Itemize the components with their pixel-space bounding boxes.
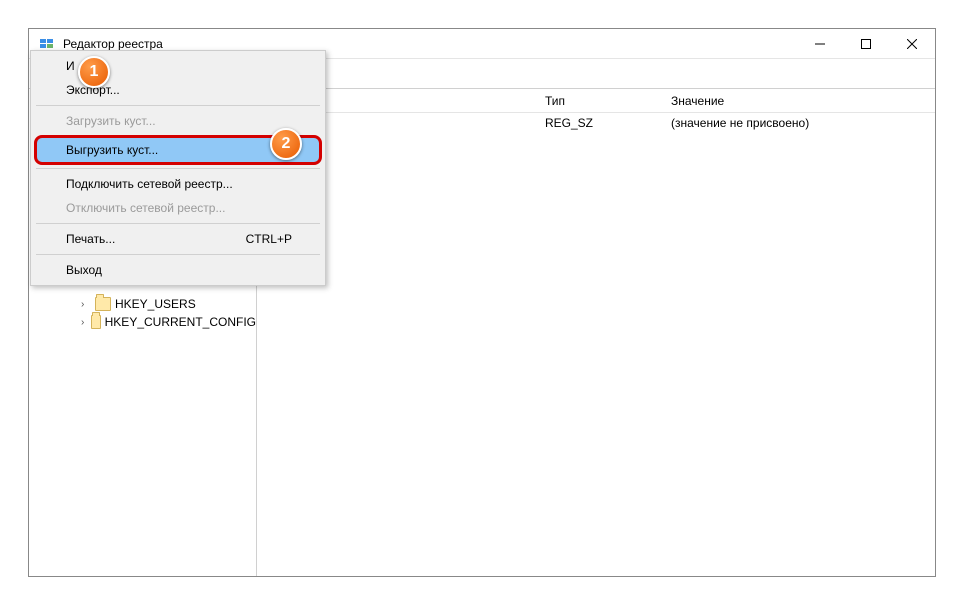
menu-separator	[36, 223, 320, 224]
folder-icon	[95, 297, 111, 311]
menu-separator	[36, 105, 320, 106]
tree-item-hkey-current-config[interactable]: › HKEY_CURRENT_CONFIG	[29, 313, 256, 331]
menu-label: Печать...	[66, 232, 115, 246]
menu-shortcut: CTRL+P	[246, 232, 292, 246]
minimize-button[interactable]	[797, 29, 843, 58]
step-badge-1: 1	[78, 56, 110, 88]
chevron-right-icon: ›	[81, 299, 91, 310]
window-title: Редактор реестра	[63, 37, 797, 51]
chevron-right-icon: ›	[81, 317, 87, 328]
list-pane: Тип Значение чанию) REG_SZ (значение не …	[257, 89, 935, 576]
tree-label: HKEY_CURRENT_CONFIG	[105, 315, 256, 329]
menu-label: И	[66, 59, 75, 73]
window-controls	[797, 29, 935, 58]
menu-label: Выгрузить куст...	[66, 143, 158, 157]
column-value[interactable]: Значение	[663, 94, 935, 108]
tree-label: HKEY_USERS	[115, 297, 196, 311]
step-badge-2: 2	[270, 128, 302, 160]
cell-type: REG_SZ	[537, 116, 663, 130]
list-header: Тип Значение	[257, 89, 935, 113]
menu-label: Загрузить куст...	[66, 114, 156, 128]
menu-exit[interactable]: Выход	[34, 258, 322, 282]
menu-label: Выход	[66, 263, 102, 277]
maximize-button[interactable]	[843, 29, 889, 58]
folder-icon	[91, 315, 101, 329]
column-type[interactable]: Тип	[537, 94, 663, 108]
menu-label: Подключить сетевой реестр...	[66, 177, 233, 191]
file-menu-dropdown: И Экспорт... Загрузить куст... Выгрузить…	[30, 50, 326, 286]
list-body: чанию) REG_SZ (значение не присвоено)	[257, 113, 935, 576]
menu-label: Отключить сетевой реестр...	[66, 201, 225, 215]
menu-print[interactable]: Печать... CTRL+P	[34, 227, 322, 251]
menu-separator	[36, 254, 320, 255]
list-row[interactable]: чанию) REG_SZ (значение не присвоено)	[257, 113, 935, 133]
menu-connect-network[interactable]: Подключить сетевой реестр...	[34, 172, 322, 196]
close-button[interactable]	[889, 29, 935, 58]
tree-item-hkey-users[interactable]: › HKEY_USERS	[29, 295, 256, 313]
cell-value: (значение не присвоено)	[663, 116, 935, 130]
menu-export[interactable]: Экспорт...	[34, 78, 322, 102]
menu-disconnect-network: Отключить сетевой реестр...	[34, 196, 322, 220]
menu-separator	[36, 168, 320, 169]
